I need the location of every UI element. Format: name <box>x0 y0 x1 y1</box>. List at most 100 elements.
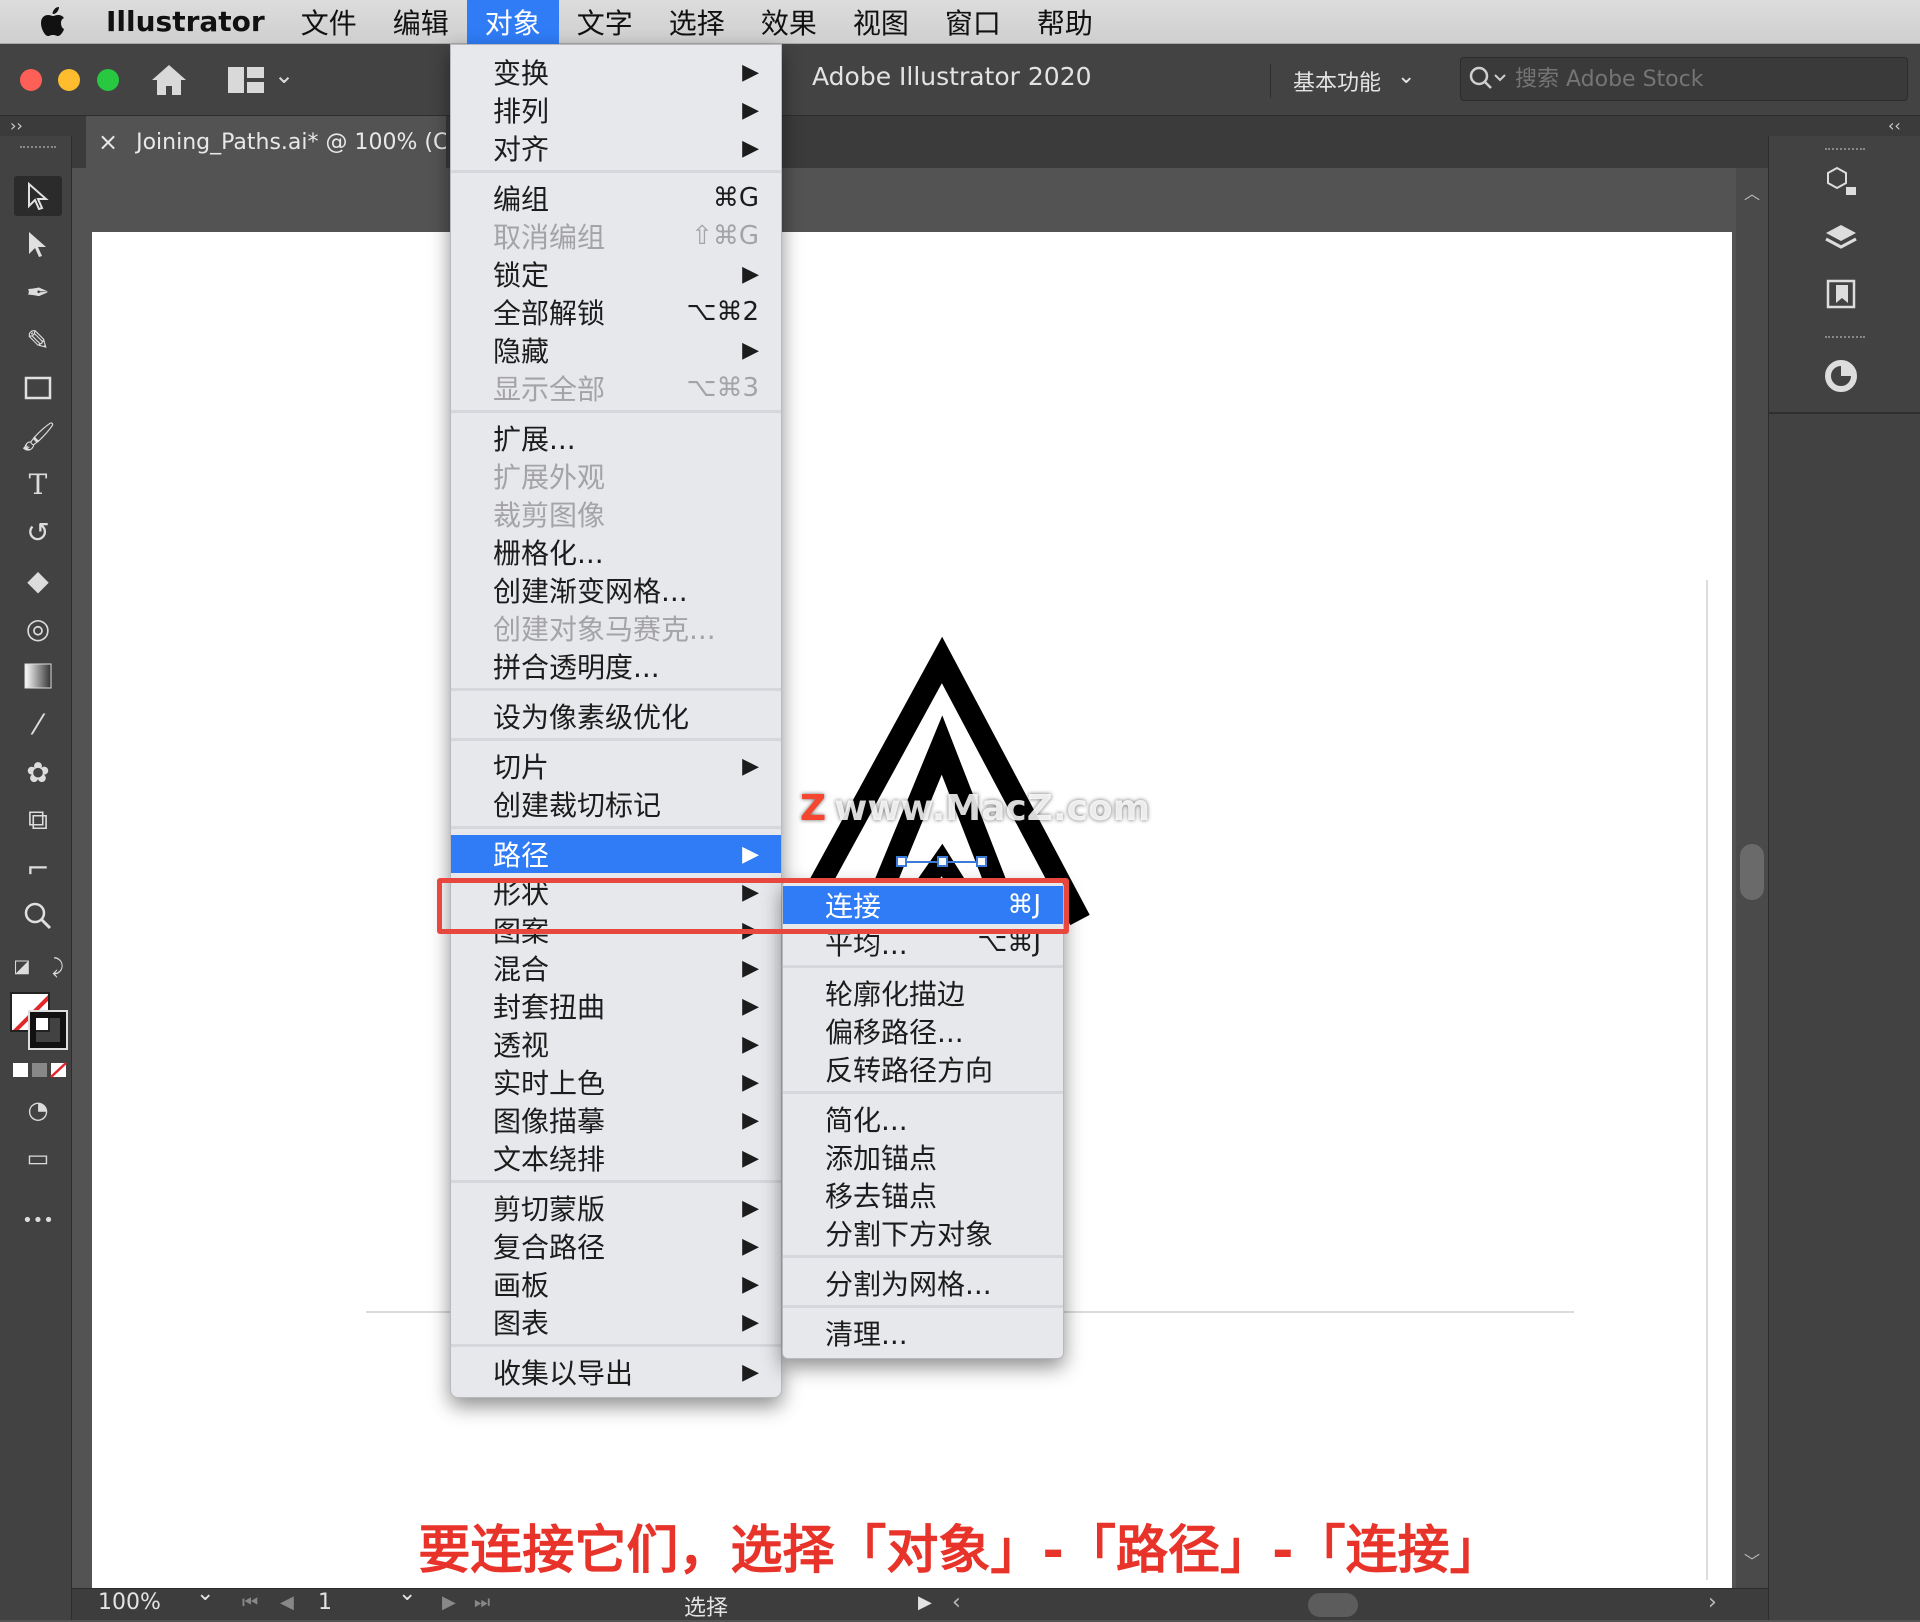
menu-item[interactable]: 偏移路径... <box>783 1012 1063 1050</box>
menu-item[interactable]: 拼合透明度... <box>451 647 781 685</box>
menu-item[interactable]: 封套扭曲 ▶ <box>451 987 781 1025</box>
menu-item[interactable]: 混合 ▶ <box>451 949 781 987</box>
menu-item[interactable]: 变换 ▶ <box>451 53 781 91</box>
artboard-tool-icon[interactable]: ⌐ <box>14 848 62 888</box>
rotate-tool-icon[interactable]: ↺ <box>14 512 62 552</box>
collapse-panels-icon[interactable]: ‹‹ <box>1888 116 1901 135</box>
menubar-help[interactable]: 帮助 <box>1019 0 1111 44</box>
menu-item[interactable]: 反转路径方向 <box>783 1050 1063 1088</box>
menubar-window[interactable]: 窗口 <box>927 0 1019 44</box>
eraser-tool-icon[interactable]: ◆ <box>14 560 62 600</box>
previous-artboard-icon[interactable]: ◀ <box>280 1592 294 1613</box>
menu-item[interactable]: 轮廓化描边 <box>783 974 1063 1012</box>
menu-item[interactable]: 扩展... <box>451 419 781 457</box>
minimize-window-button[interactable] <box>58 69 80 91</box>
hscroll-thumb[interactable] <box>1308 1593 1358 1617</box>
color-mode-icons[interactable] <box>12 1060 68 1080</box>
menu-item[interactable]: 创建裁切标记 <box>451 785 781 823</box>
swap-fill-stroke-icon[interactable]: ⤸ <box>46 954 70 978</box>
curvature-tool-icon[interactable]: ✎ <box>14 320 62 360</box>
chevron-down-icon[interactable]: ⌄ <box>398 1581 416 1606</box>
layers-panel-icon[interactable] <box>1819 218 1863 258</box>
paintbrush-tool-icon[interactable]: 🖌 <box>14 416 62 456</box>
chevron-down-icon[interactable]: ⌄ <box>196 1581 214 1606</box>
last-artboard-icon[interactable]: ⏭ <box>474 1592 490 1613</box>
menu-item[interactable]: 锁定 ▶ <box>451 255 781 293</box>
menubar-view[interactable]: 视图 <box>835 0 927 44</box>
menu-item[interactable]: 透视 ▶ <box>451 1025 781 1063</box>
shape-builder-tool-icon[interactable]: ⧉ <box>14 800 62 840</box>
properties-panel-icon[interactable] <box>1819 162 1863 202</box>
document-tab[interactable]: × Joining_Paths.ai* @ 100% (CMY <box>86 116 446 168</box>
scroll-up-icon[interactable]: ︿ <box>1744 180 1760 204</box>
menu-item[interactable]: 切片 ▶ <box>451 747 781 785</box>
direct-selection-tool-icon[interactable] <box>14 224 62 264</box>
menu-item[interactable]: 创建渐变网格... <box>451 571 781 609</box>
menubar-app-name[interactable]: Illustrator <box>88 0 283 44</box>
close-tab-icon[interactable]: × <box>98 128 118 156</box>
rectangle-tool-icon[interactable] <box>14 368 62 408</box>
menubar-effect[interactable]: 效果 <box>743 0 835 44</box>
menu-item[interactable]: 隐藏 ▶ <box>451 331 781 369</box>
menu-item[interactable]: 清理... <box>783 1314 1063 1352</box>
hscroll-left-icon[interactable]: ‹ <box>952 1590 961 1615</box>
draw-mode-icon[interactable]: ◔ <box>14 1090 62 1130</box>
zoom-window-button[interactable] <box>97 69 119 91</box>
hscroll-right-icon[interactable]: › <box>1708 1590 1717 1615</box>
menu-item[interactable]: 画板 ▶ <box>451 1265 781 1303</box>
symbol-sprayer-tool-icon[interactable]: ✿ <box>14 752 62 792</box>
stock-search-input[interactable] <box>1513 65 1873 93</box>
menu-item[interactable]: 全部解锁 ⌥⌘2 <box>451 293 781 331</box>
menubar-type[interactable]: 文字 <box>559 0 651 44</box>
color-guide-panel-icon[interactable] <box>1819 354 1863 398</box>
workspace-switcher[interactable]: 基本功能 ⌄ <box>1270 64 1415 98</box>
menubar-select[interactable]: 选择 <box>651 0 743 44</box>
status-menu-icon[interactable]: ▶ <box>918 1592 932 1613</box>
menu-item[interactable]: 对齐 ▶ <box>451 129 781 167</box>
menu-item[interactable]: 复合路径 ▶ <box>451 1227 781 1265</box>
menu-item[interactable]: 分割为网格... <box>783 1264 1063 1302</box>
menu-item[interactable]: 排列 ▶ <box>451 91 781 129</box>
menu-item[interactable]: 移去锚点 <box>783 1176 1063 1214</box>
screen-mode-icon[interactable]: ▭ <box>14 1138 62 1178</box>
first-artboard-icon[interactable]: ⏮ <box>242 1592 258 1613</box>
menu-item[interactable]: 分割下方对象 <box>783 1214 1063 1252</box>
stock-search[interactable] <box>1460 57 1908 101</box>
more-tools-icon[interactable]: ••• <box>14 1200 62 1240</box>
menu-item[interactable]: 文本绕排 ▶ <box>451 1139 781 1177</box>
menu-item[interactable]: 简化... <box>783 1100 1063 1138</box>
default-fill-stroke-icon[interactable]: ◪ <box>10 954 34 978</box>
menu-item[interactable]: 收集以导出 ▶ <box>451 1353 781 1391</box>
collapse-toolbar-icon[interactable]: ›› <box>10 116 23 135</box>
menu-item[interactable]: 剪切蒙版 ▶ <box>451 1189 781 1227</box>
menu-item[interactable]: 实时上色 ▶ <box>451 1063 781 1101</box>
scroll-thumb[interactable] <box>1740 844 1764 900</box>
artboard-number[interactable]: 1 <box>318 1590 332 1615</box>
type-tool-icon[interactable]: T <box>14 464 62 504</box>
menu-item[interactable]: 设为像素级优化 <box>451 697 781 735</box>
close-window-button[interactable] <box>20 69 42 91</box>
libraries-panel-icon[interactable] <box>1819 274 1863 314</box>
menu-item[interactable]: 路径 ▶ <box>451 835 781 873</box>
gradient-tool-icon[interactable] <box>14 656 62 696</box>
menubar-file[interactable]: 文件 <box>283 0 375 44</box>
apple-menu-icon[interactable] <box>0 0 88 44</box>
menu-item[interactable]: 添加锚点 <box>783 1138 1063 1176</box>
next-artboard-icon[interactable]: ▶ <box>442 1592 456 1613</box>
zoom-level[interactable]: 100% <box>98 1590 161 1615</box>
vertical-scrollbar[interactable]: ︿ ﹀ <box>1736 168 1768 1588</box>
arrange-documents-icon[interactable]: ⌄ <box>226 61 296 98</box>
pen-tool-icon[interactable]: ✒ <box>14 272 62 312</box>
selection-tool-icon[interactable] <box>14 176 62 216</box>
stroke-swatch[interactable] <box>28 1010 68 1050</box>
home-icon[interactable] <box>148 60 190 100</box>
menu-item[interactable]: 编组 ⌘G <box>451 179 781 217</box>
menu-item[interactable]: 图像描摹 ▶ <box>451 1101 781 1139</box>
warp-tool-icon[interactable]: ◎ <box>14 608 62 648</box>
zoom-tool-icon[interactable] <box>14 896 62 936</box>
eyedropper-tool-icon[interactable]: ⁄ <box>14 704 62 744</box>
menu-item[interactable]: 栅格化... <box>451 533 781 571</box>
menu-item[interactable]: 图表 ▶ <box>451 1303 781 1341</box>
menubar-object[interactable]: 对象 <box>466 0 559 44</box>
menubar-edit[interactable]: 编辑 <box>375 0 467 44</box>
